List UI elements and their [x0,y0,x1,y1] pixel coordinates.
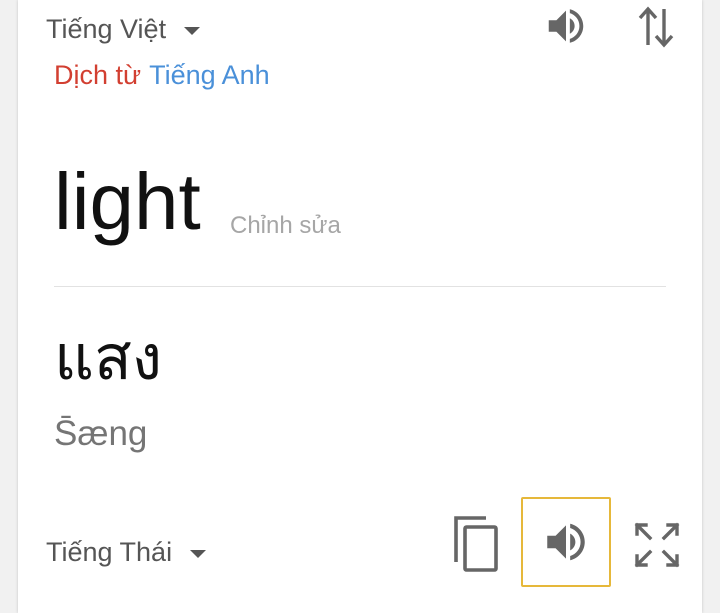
dropdown-arrow-icon [190,549,207,558]
fullscreen-icon [634,522,680,568]
target-speak-button[interactable] [521,497,611,587]
divider [54,286,666,287]
detected-language-link[interactable]: Tiếng Anh [149,60,270,90]
translation-card: Tiếng Việt Dịch từ Tiếng Anh light Chỉnh … [18,0,702,613]
copy-button[interactable] [450,512,502,576]
copy-icon [454,516,498,572]
source-text: light [54,157,201,246]
fullscreen-button[interactable] [630,518,684,572]
target-language-dropdown[interactable]: Tiếng Thái [46,537,207,568]
source-language-label: Tiếng Việt [46,14,167,44]
detected-language-row: Dịch từ Tiếng Anh [54,60,270,91]
swap-languages-button[interactable] [634,2,678,52]
romanization-text: S̄æng [54,414,148,453]
volume-icon [547,523,585,561]
source-language-dropdown[interactable]: Tiếng Việt [46,14,201,45]
target-language-label: Tiếng Thái [46,537,173,567]
detected-language-prefix: Dịch từ [54,60,142,90]
translation-text: แสง [54,324,163,393]
dropdown-arrow-icon [184,26,201,35]
source-speak-button[interactable] [540,0,592,52]
swap-languages-icon [638,6,674,48]
edit-link[interactable]: Chỉnh sửa [230,212,341,240]
volume-icon [548,9,584,43]
